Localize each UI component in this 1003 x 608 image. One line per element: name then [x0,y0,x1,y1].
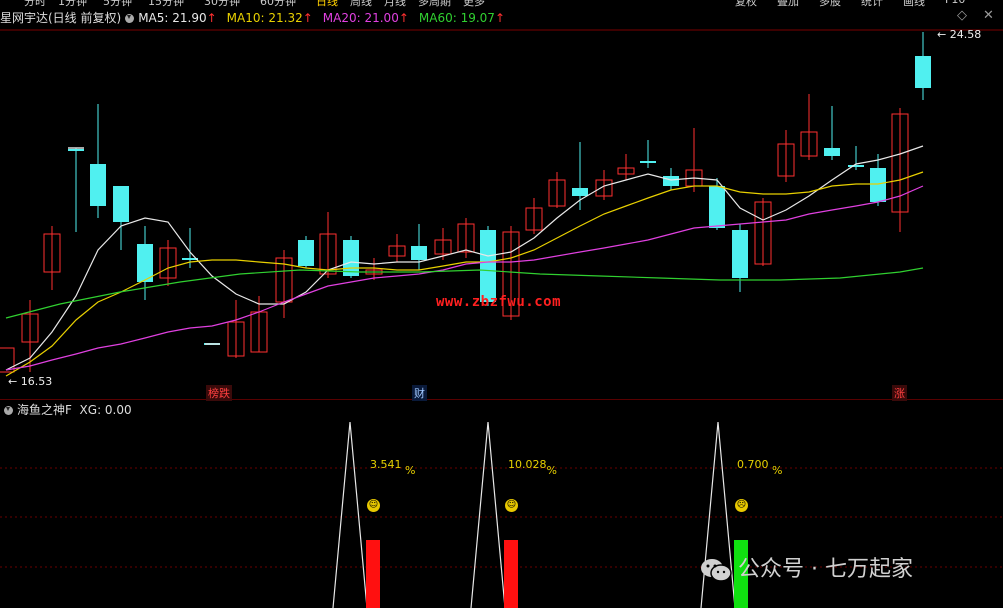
candle-body [113,186,129,222]
event-tag-bangdie[interactable]: 榜跌 [206,385,232,401]
signal-spike [332,421,368,608]
candle-body [709,186,725,228]
event-tag-finance[interactable]: 财 [412,385,427,401]
candle-body [915,56,931,88]
watermark-text: www.zbzfwu.com [436,294,562,310]
ma-label: MA60: 19.07 [418,11,495,25]
candle-body [480,230,496,302]
wechat-icon [701,559,732,582]
smile-icon: ☺ [367,499,380,512]
close-icon[interactable]: ✕ [983,8,994,23]
low-price-label: ← 16.53 [8,375,53,388]
signal-bar [366,540,380,608]
brand-watermark: 公众号 · 七万起家 [700,551,913,583]
signal-pct-2: 10.028% [508,458,557,477]
signal-pct-1: 3.541 % [370,458,416,477]
candle-body [411,246,427,260]
main-title-row: 星网宇达(日线 前复权) MA5: 21.90↑ MA10: 21.32↑ MA20:… [0,9,515,27]
frown-icon: ☹ [735,499,748,512]
ma-label: MA20: 21.00 [322,11,399,25]
high-price-label: ← 24.58 [937,28,982,41]
ma-label: MA10: 21.32 [226,11,303,25]
arrow-up-icon: ↑ [398,11,409,25]
candle-body [848,165,864,167]
candle-body [137,244,153,282]
ma-legend: MA5: 21.90↑ MA10: 21.32↑ MA20: 21.00↑ MA60:… [138,11,515,25]
signal-pct-3: 0.700 % [737,458,783,477]
event-tag-zhang[interactable]: 涨 [892,385,907,401]
dropdown-icon[interactable] [4,406,13,415]
signal-bar [504,540,518,608]
candle-body [90,164,106,206]
candle-body [732,230,748,278]
candle-body [0,347,15,373]
indicator-name: 海鱼之神F [17,403,72,417]
arrow-up-icon: ↑ [302,11,313,25]
stock-title: 星网宇达(日线 前复权) [0,11,122,25]
signal-spike [470,421,506,608]
candle-body [343,240,359,276]
arrow-up-icon: ↑ [494,11,505,25]
candle-body [298,240,314,266]
dropdown-icon[interactable] [125,14,135,23]
smile-icon: ☺ [505,499,518,512]
candle-body [663,176,679,186]
xg-value: XG: 0.00 [79,403,132,417]
indicator-title-row: 海鱼之神F XG: 0.00 [0,401,132,419]
kline-chart[interactable] [0,0,1003,400]
settings-icon[interactable]: ◇ [957,8,967,23]
candle-body [870,168,886,202]
candle-body [572,188,588,196]
arrow-up-icon: ↑ [206,11,217,25]
candle-body [824,148,840,156]
ma-label: MA5: 21.90 [138,11,207,25]
